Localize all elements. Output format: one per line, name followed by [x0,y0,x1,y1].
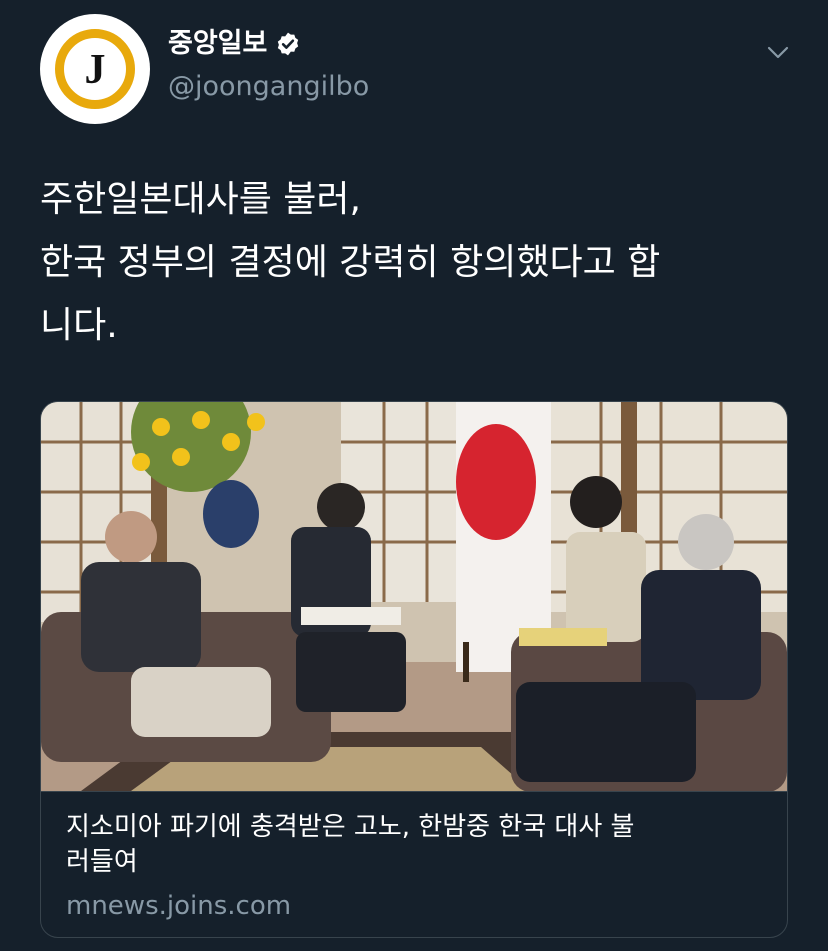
display-name[interactable]: 중앙일보 [168,30,267,57]
avatar-letter: J [84,47,106,93]
avatar[interactable]: J [40,14,150,124]
tweet-text: 주한일본대사를 불러, 한국 정부의 결정에 강력히 항의했다고 합 니다. [40,179,661,346]
avatar-ring: J [55,29,135,109]
handle[interactable]: @joongangilbo [168,73,369,100]
display-name-row[interactable]: 중앙일보 [168,30,301,57]
chevron-down-icon[interactable] [764,38,792,66]
verified-badge-icon [278,32,299,55]
link-card[interactable]: 지소미아 파기에 충격받은 고노, 한밤중 한국 대사 불 러들여 mnews.… [40,401,788,938]
card-body[interactable]: 지소미아 파기에 충격받은 고노, 한밤중 한국 대사 불 러들여 mnews.… [41,791,787,937]
card-domain[interactable]: mnews.joins.com [66,890,291,922]
card-photo [41,402,787,791]
card-title[interactable]: 지소미아 파기에 충격받은 고노, 한밤중 한국 대사 불 러들여 [66,810,756,880]
